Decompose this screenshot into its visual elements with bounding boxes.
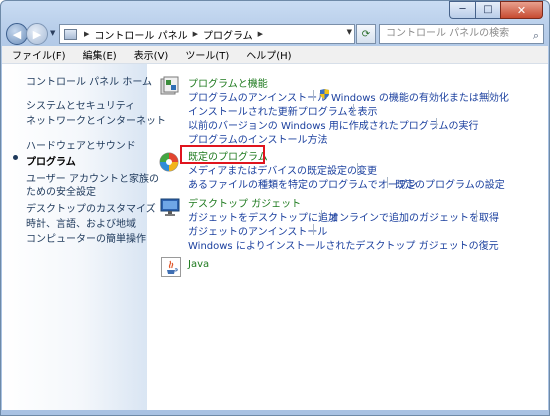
breadcrumb-chevron-icon[interactable]: ▶ <box>258 30 263 38</box>
address-bar[interactable]: ▶ コントロール パネル ▶ プログラム ▶ ▼ <box>59 24 355 44</box>
restore-gadgets-link[interactable]: Windows によりインストールされたデスクトップ ガジェットの復元 <box>188 237 499 252</box>
shield-icon <box>320 89 329 99</box>
uninstall-gadget-link[interactable]: ガジェットのアンインストール <box>188 223 327 238</box>
sidebar-item-system-security[interactable]: システムとセキュリティ <box>26 97 135 112</box>
sidebar-item-programs: プログラム <box>26 157 76 168</box>
search-input[interactable]: コントロール パネルの検索 ⌕ <box>379 24 544 44</box>
sidebar-item-clock-language[interactable]: 時計、言語、および地域 <box>26 215 136 230</box>
change-media-defaults-link[interactable]: メディアまたはデバイスの既定設定の変更 <box>188 162 377 177</box>
menu-view[interactable]: 表示(V) <box>124 47 176 62</box>
sidebar: コントロール パネル ホーム システムとセキュリティ ネットワークとインターネッ… <box>2 64 166 410</box>
menu-file[interactable]: ファイル(F) <box>2 47 73 62</box>
programs-features-title[interactable]: プログラムと機能 <box>188 75 268 90</box>
link-separator <box>476 210 477 221</box>
programs-features-icon[interactable] <box>160 76 180 96</box>
search-icon[interactable]: ⌕ <box>533 27 539 45</box>
breadcrumb-programs[interactable]: プログラム <box>203 27 253 42</box>
link-separator <box>353 104 354 115</box>
run-older-programs-link[interactable]: 以前のバージョンの Windows 用に作成されたプログラムの実行 <box>188 117 479 132</box>
link-separator <box>313 90 314 101</box>
open-file-type-link[interactable]: あるファイルの種類を特定のプログラムでオープン <box>188 176 417 191</box>
java-icon[interactable] <box>161 257 181 277</box>
windows-features-link[interactable]: Windows の機能の有効化または無効化 <box>331 89 509 104</box>
maximize-button[interactable]: □ <box>475 1 500 19</box>
menu-tools[interactable]: ツール(T) <box>175 47 236 62</box>
desktop-gadgets-icon[interactable] <box>160 197 180 217</box>
address-dropdown-icon[interactable]: ▼ <box>347 28 352 36</box>
breadcrumb-chevron-icon[interactable]: ▶ <box>193 30 198 38</box>
breadcrumb-chevron-icon[interactable]: ▶ <box>84 30 89 38</box>
java-title[interactable]: Java <box>188 259 209 270</box>
current-item-bullet-icon <box>13 155 18 160</box>
minimize-button[interactable]: ─ <box>449 1 475 19</box>
sidebar-home-link[interactable]: コントロール パネル ホーム <box>26 73 152 88</box>
back-button[interactable]: ◀ <box>6 23 28 45</box>
sidebar-item-user-accounts-cont[interactable]: ための安全設定 <box>26 183 96 198</box>
breadcrumb-control-panel[interactable]: コントロール パネル <box>94 27 187 42</box>
forward-button[interactable]: ▶ <box>26 23 48 45</box>
refresh-icon: ⟳ <box>361 28 371 40</box>
menu-edit[interactable]: 編集(E) <box>73 47 124 62</box>
link-separator <box>321 210 322 221</box>
link-separator <box>313 224 314 235</box>
sidebar-item-network-internet[interactable]: ネットワークとインターネット <box>26 112 166 127</box>
caption-buttons: ─ □ ✕ <box>449 1 543 19</box>
control-panel-icon <box>64 28 77 40</box>
link-separator <box>436 118 437 129</box>
refresh-button[interactable]: ⟳ <box>356 24 376 44</box>
main-panel: プログラムと機能 プログラムのアンインストール Windows の機能の有効化ま… <box>147 64 548 410</box>
how-to-install-link[interactable]: プログラムのインストール方法 <box>188 131 328 146</box>
search-placeholder: コントロール パネルの検索 <box>386 28 510 39</box>
set-default-programs-link[interactable]: 既定のプログラムの設定 <box>395 176 505 191</box>
history-dropdown-icon[interactable]: ▼ <box>50 29 55 37</box>
menu-help[interactable]: ヘルプ(H) <box>236 47 298 62</box>
close-button[interactable]: ✕ <box>500 1 543 19</box>
sidebar-item-appearance[interactable]: デスクトップのカスタマイズ <box>26 200 156 215</box>
uninstall-program-link[interactable]: プログラムのアンインストール <box>188 89 327 104</box>
desktop-gadgets-title[interactable]: デスクトップ ガジェット <box>188 195 301 210</box>
add-gadget-link[interactable]: ガジェットをデスクトップに追加 <box>188 209 338 224</box>
control-panel-window: ─ □ ✕ ◀ ▶ ▼ ▶ コントロール パネル ▶ プログラム ▶ ▼ ⟳ コ… <box>0 0 550 416</box>
link-separator <box>387 177 388 188</box>
link-separator <box>357 163 358 174</box>
menu-bar: ファイル(F) 編集(E) 表示(V) ツール(T) ヘルプ(H) <box>2 46 548 64</box>
sidebar-item-hardware-sound[interactable]: ハードウェアとサウンド <box>26 137 136 152</box>
default-programs-icon[interactable] <box>159 152 179 172</box>
view-installed-updates-link[interactable]: インストールされた更新プログラムを表示 <box>188 103 378 118</box>
link-separator <box>488 90 489 101</box>
content-area: コントロール パネル ホーム システムとセキュリティ ネットワークとインターネッ… <box>2 64 548 410</box>
sidebar-item-ease-of-access[interactable]: コンピューターの簡単操作 <box>26 230 146 245</box>
get-more-gadgets-link[interactable]: オンラインで追加のガジェットを取得 <box>329 209 499 224</box>
